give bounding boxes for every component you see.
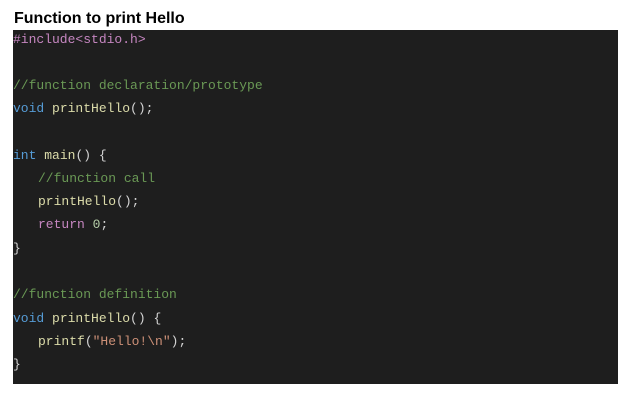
comment: //function definition [13, 287, 177, 302]
page: Function to print Hello #include<stdio.h… [0, 0, 618, 402]
string-literal: "Hello!\n" [92, 334, 171, 349]
comment: //function declaration/prototype [13, 78, 263, 93]
function-name: printHello [38, 194, 117, 209]
punctuation: (); [116, 194, 140, 209]
punctuation: ); [170, 334, 187, 349]
punctuation: } [13, 357, 21, 372]
function-name: main [44, 148, 76, 163]
code-line-main: int main() { [13, 146, 107, 166]
punctuation: ( [84, 334, 93, 349]
keyword: void [13, 311, 45, 326]
code-line-printf: printf("Hello!\n"); [13, 332, 186, 352]
code-block: #include<stdio.h> //function declaration… [13, 30, 618, 384]
code-line-comment-definition: //function definition [13, 285, 177, 305]
preprocessor-directive: #include<stdio.h> [13, 32, 146, 47]
function-name: printHello [52, 101, 131, 116]
code-line-include: #include<stdio.h> [13, 30, 146, 50]
keyword: return [38, 217, 85, 232]
code-line-comment-call: //function call [13, 169, 155, 189]
code-line-call: printHello(); [13, 192, 139, 212]
keyword: int [13, 148, 37, 163]
code-line-close-brace: } [13, 355, 21, 375]
code-line-comment-declaration: //function declaration/prototype [13, 76, 263, 96]
punctuation: } [13, 241, 21, 256]
punctuation: (); [130, 101, 154, 116]
section-title: Function to print Hello [14, 10, 185, 27]
code-line-return: return 0; [13, 215, 108, 235]
punctuation: ; [100, 217, 109, 232]
code-line-close-brace: } [13, 239, 21, 259]
function-name: printHello [52, 311, 131, 326]
punctuation: () { [75, 148, 107, 163]
code-line-definition: void printHello() { [13, 309, 161, 329]
comment: //function call [38, 171, 156, 186]
function-name: printf [38, 334, 85, 349]
punctuation: () { [130, 311, 162, 326]
keyword: void [13, 101, 45, 116]
code-line-declaration: void printHello(); [13, 99, 153, 119]
